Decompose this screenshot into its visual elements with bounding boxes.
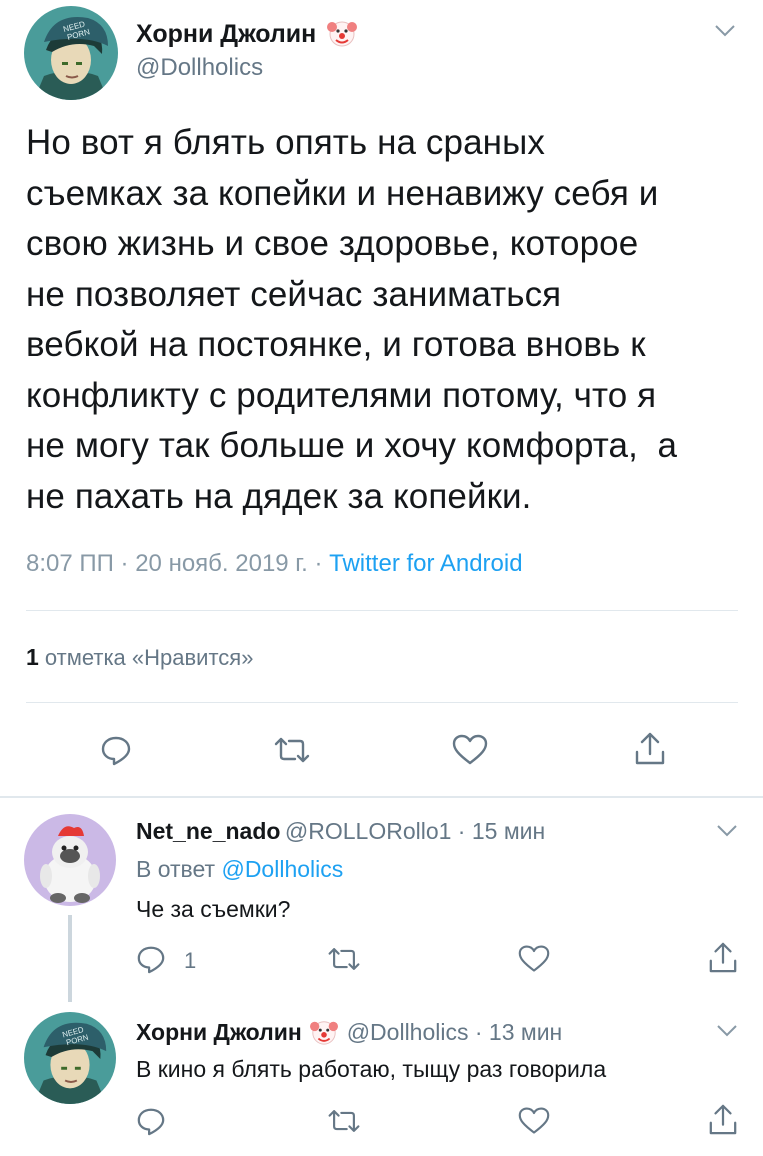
author-handle[interactable]: @Dollholics (136, 54, 263, 82)
reply-header: Хорни Джолин @Dollholics · 13 мин (136, 1018, 562, 1051)
clown-emoji-icon (327, 18, 358, 55)
reply-text: В кино я блять работаю, тыщу раз говорил… (136, 1056, 607, 1082)
reply-icon[interactable] (100, 734, 132, 766)
retweet-icon[interactable] (326, 1108, 362, 1134)
reply-author-name[interactable]: Net_ne_nado (136, 818, 280, 844)
like-label: отметка «Нравится» (38, 645, 254, 670)
reply-author-handle[interactable]: @Dollholics (347, 1019, 469, 1045)
share-icon[interactable] (708, 940, 738, 974)
like-icon[interactable] (518, 944, 550, 974)
reply-author-name[interactable]: Хорни Джолин (136, 1019, 302, 1045)
reply-to-handle[interactable]: @Dollholics (221, 856, 343, 882)
chevron-down-icon[interactable] (716, 824, 738, 838)
like-icon[interactable] (518, 1106, 550, 1136)
reply-avatar[interactable] (24, 814, 116, 906)
author-avatar[interactable]: NEED PORN (24, 6, 118, 100)
tweet-source-link[interactable]: Twitter for Android (329, 550, 522, 577)
divider (0, 796, 763, 798)
share-icon[interactable] (634, 730, 666, 766)
reply-text: Че за съемки? (136, 896, 291, 922)
divider (26, 610, 738, 611)
thread-line (68, 915, 72, 1002)
tweet-timestamp[interactable]: 8:07 ПП · 20 нояб. 2019 г. · (26, 550, 329, 577)
reply-time[interactable]: · 13 мин (468, 1019, 562, 1045)
reply-icon[interactable] (136, 1106, 166, 1136)
like-count: 1 (26, 644, 39, 670)
reply-header: Net_ne_nado @ROLLORollo1 · 15 мин (136, 818, 545, 845)
retweet-icon[interactable] (326, 946, 362, 972)
reply-count: 1 (184, 948, 197, 973)
divider (26, 702, 738, 703)
chevron-down-icon[interactable] (716, 1024, 738, 1038)
tweet-meta: 8:07 ПП · 20 нояб. 2019 г. · Twitter for… (26, 550, 523, 578)
reply-author-handle[interactable]: @ROLLORollo1 (285, 818, 452, 844)
share-icon[interactable] (708, 1102, 738, 1136)
reply-to-label: В ответ (136, 856, 222, 882)
clown-emoji-icon (310, 1018, 339, 1051)
like-icon[interactable] (452, 734, 488, 766)
tweet-text: Но вот я блять опять на сраных съемках з… (26, 123, 678, 516)
likes-summary[interactable]: 1 отметка «Нравится» (26, 644, 253, 671)
reply-avatar[interactable]: NEED PORN (24, 1012, 116, 1104)
retweet-icon[interactable] (272, 736, 312, 764)
reply-to-line: В ответ @Dollholics (136, 856, 343, 883)
reply-icon[interactable] (136, 944, 166, 974)
chevron-down-icon[interactable] (714, 24, 736, 38)
author-name[interactable]: Хорни Джолин (136, 18, 358, 55)
reply-time[interactable]: · 15 мин (451, 818, 545, 844)
